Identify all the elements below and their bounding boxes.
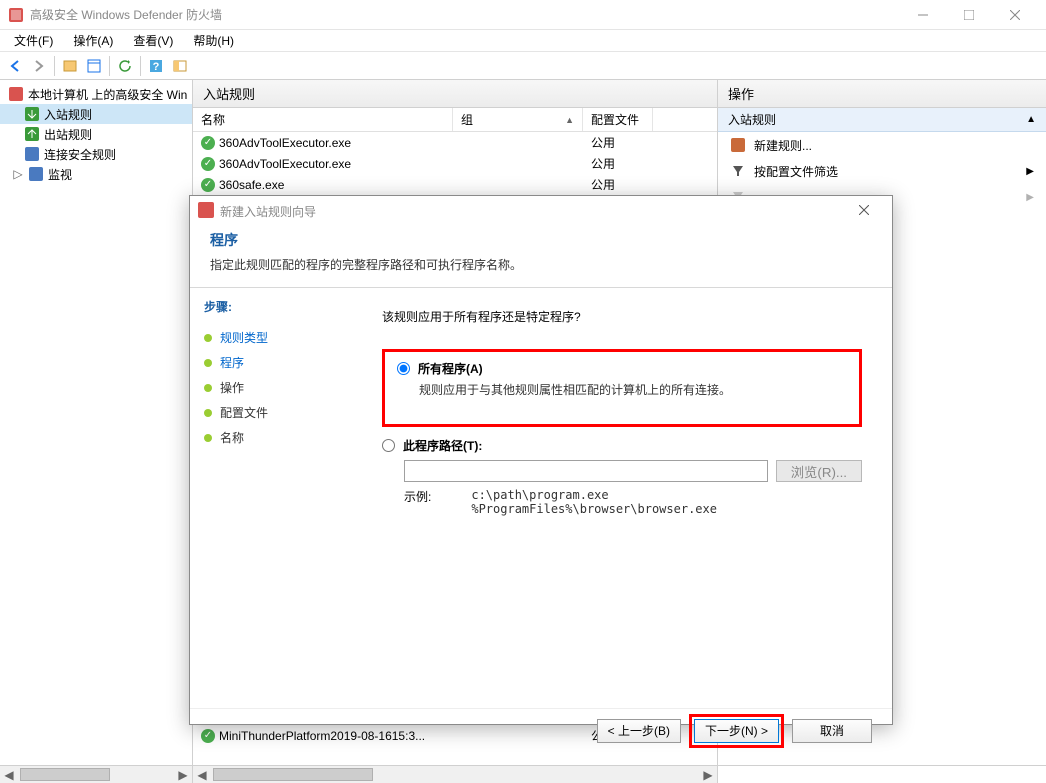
example-paths: c:\path\program.exe %ProgramFiles%\brows… — [471, 488, 717, 516]
highlight-box-all-programs: 所有程序(A) 规则应用于与其他规则属性相匹配的计算机上的所有连接。 — [382, 349, 862, 427]
scroll-right-button[interactable]: ▶ — [699, 766, 717, 783]
tree-outbound[interactable]: 出站规则 — [0, 124, 192, 144]
filter-icon — [730, 163, 746, 179]
dialog-title: 新建入站规则向导 — [220, 203, 316, 220]
example-label: 示例: — [404, 488, 431, 516]
actions-section[interactable]: 入站规则 ▲ — [718, 108, 1046, 132]
menu-view[interactable]: 查看(V) — [123, 30, 183, 51]
titlebar: 高级安全 Windows Defender 防火墙 — [0, 0, 1046, 30]
radio-program-path[interactable]: 此程序路径(T): — [382, 437, 862, 454]
toolbar-icon-3[interactable] — [169, 55, 191, 77]
window-title: 高级安全 Windows Defender 防火墙 — [30, 6, 222, 23]
action-label: 按配置文件筛选 — [754, 163, 838, 180]
col-name[interactable]: 名称 — [193, 108, 453, 131]
browse-button[interactable]: 浏览(R)... — [776, 460, 862, 482]
option-program-path: 此程序路径(T): 浏览(R)... 示例: c:\path\program.e… — [382, 437, 862, 516]
svg-text:?: ? — [153, 61, 160, 73]
wizard-question: 该规则应用于所有程序还是特定程序? — [382, 308, 862, 325]
toolbar-icon-1[interactable] — [59, 55, 81, 77]
scrollbar-thumb[interactable] — [213, 768, 373, 781]
close-button[interactable] — [992, 0, 1038, 30]
dialog-titlebar: 新建入站规则向导 — [190, 196, 892, 226]
menu-file[interactable]: 文件(F) — [4, 30, 63, 51]
chevron-right-icon: ▶ — [1026, 166, 1034, 177]
col-group[interactable]: 组▲ — [453, 108, 583, 131]
next-button[interactable]: 下一步(N) > — [694, 719, 779, 743]
steps-label: 步骤: — [204, 298, 346, 315]
allow-icon: ✓ — [201, 178, 215, 192]
toolbar-icon-2[interactable] — [83, 55, 105, 77]
back-button[interactable] — [4, 55, 26, 77]
toolbar: ? — [0, 52, 1046, 80]
firewall-icon — [8, 86, 24, 102]
app-icon — [8, 7, 24, 23]
step-profile[interactable]: 配置文件 — [204, 400, 346, 425]
dialog-heading: 程序 — [210, 230, 872, 250]
radio-program-path-input[interactable] — [382, 439, 395, 452]
menubar: 文件(F) 操作(A) 查看(V) 帮助(H) — [0, 30, 1046, 52]
action-new-rule[interactable]: 新建规则... — [718, 132, 1046, 158]
tree-root[interactable]: 本地计算机 上的高级安全 Win — [0, 84, 192, 104]
collapse-icon: ▲ — [1026, 114, 1036, 125]
scrollbar-track[interactable] — [18, 766, 174, 783]
dialog-icon — [198, 202, 214, 221]
cancel-button[interactable]: 取消 — [792, 719, 872, 743]
menu-help[interactable]: 帮助(H) — [183, 30, 244, 51]
scroll-left-button[interactable]: ◀ — [0, 766, 18, 783]
table-row[interactable]: ✓360AdvToolExecutor.exe 公用 — [193, 132, 717, 153]
option-desc: 规则应用于与其他规则属性相匹配的计算机上的所有连接。 — [419, 381, 847, 398]
forward-button[interactable] — [28, 55, 50, 77]
step-operation[interactable]: 操作 — [204, 375, 346, 400]
help-button[interactable]: ? — [145, 55, 167, 77]
inbound-icon — [24, 106, 40, 122]
scrollbar-track[interactable] — [211, 766, 699, 783]
action-label: 新建规则... — [754, 137, 812, 154]
dialog-subheading: 指定此规则匹配的程序的完整程序路径和可执行程序名称。 — [210, 256, 872, 273]
table-row[interactable]: ✓360safe.exe 公用 — [193, 174, 717, 195]
outbound-icon — [24, 126, 40, 142]
allow-icon: ✓ — [201, 136, 215, 150]
connsec-icon — [24, 146, 40, 162]
scroll-left-button[interactable]: ◀ — [193, 766, 211, 783]
col-profile[interactable]: 配置文件 — [583, 108, 653, 131]
program-path-input[interactable] — [404, 460, 768, 482]
allow-icon: ✓ — [201, 157, 215, 171]
actions-header: 操作 — [718, 80, 1046, 108]
monitor-icon — [28, 166, 44, 182]
step-rule-type[interactable]: 规则类型 — [204, 325, 346, 350]
new-rule-icon — [730, 137, 746, 153]
chevron-right-icon: ▶ — [1026, 192, 1034, 203]
dialog-header: 程序 指定此规则匹配的程序的完整程序路径和可执行程序名称。 — [190, 226, 892, 288]
tree-inbound[interactable]: 入站规则 — [0, 104, 192, 124]
dialog-content: 该规则应用于所有程序还是特定程序? 所有程序(A) 规则应用于与其他规则属性相匹… — [360, 288, 892, 708]
expand-icon[interactable]: ▷ — [12, 167, 24, 181]
step-program[interactable]: 程序 — [204, 350, 346, 375]
dialog-close-button[interactable] — [844, 204, 884, 218]
radio-all-programs[interactable]: 所有程序(A) — [397, 360, 847, 377]
wizard-steps: 步骤: 规则类型 程序 操作 配置文件 名称 — [190, 288, 360, 708]
tree-monitor[interactable]: ▷ 监视 — [0, 164, 192, 184]
refresh-button[interactable] — [114, 55, 136, 77]
new-rule-wizard-dialog: 新建入站规则向导 程序 指定此规则匹配的程序的完整程序路径和可执行程序名称。 步… — [189, 195, 893, 725]
scrollbars: ◀ ▶ ◀ ▶ — [0, 765, 1046, 783]
nav-tree: 本地计算机 上的高级安全 Win 入站规则 出站规则 连接安全规则 ▷ 监视 — [0, 80, 193, 783]
scrollbar-thumb[interactable] — [20, 768, 110, 781]
maximize-button[interactable] — [946, 0, 992, 30]
prev-button[interactable]: < 上一步(B) — [597, 719, 681, 743]
dialog-footer: < 上一步(B) 下一步(N) > 取消 — [190, 708, 892, 752]
action-filter-profile[interactable]: 按配置文件筛选 ▶ — [718, 158, 1046, 184]
highlight-box-next: 下一步(N) > — [689, 714, 784, 748]
radio-all-programs-input[interactable] — [397, 362, 410, 375]
scroll-right-button[interactable]: ▶ — [174, 766, 192, 783]
option-all-programs: 所有程序(A) 规则应用于与其他规则属性相匹配的计算机上的所有连接。 — [397, 360, 847, 398]
table-row[interactable]: ✓360AdvToolExecutor.exe 公用 — [193, 153, 717, 174]
minimize-button[interactable] — [900, 0, 946, 30]
tree-connsec[interactable]: 连接安全规则 — [0, 144, 192, 164]
list-header: 名称 组▲ 配置文件 — [193, 108, 717, 132]
step-name[interactable]: 名称 — [204, 425, 346, 450]
center-header: 入站规则 — [193, 80, 717, 108]
menu-action[interactable]: 操作(A) — [63, 30, 123, 51]
